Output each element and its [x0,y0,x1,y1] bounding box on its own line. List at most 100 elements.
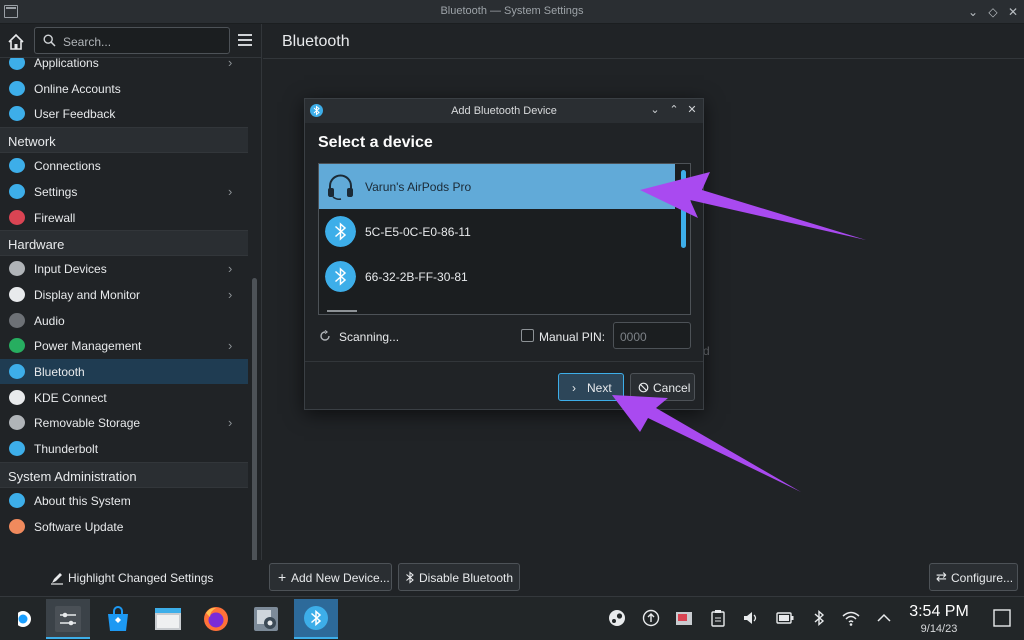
close-icon[interactable]: ✕ [1004,3,1022,21]
sidebar-item-software-update[interactable]: Software Update [0,514,248,539]
cancel-icon [638,382,649,393]
bluetooth-tray-icon[interactable] [810,609,828,627]
bluetooth-icon [9,364,25,379]
clock-time: 3:54 PM [909,603,969,620]
sidebar-section-label: Hardware [8,237,65,253]
sidebar-item-bluetooth[interactable]: Bluetooth [0,359,248,384]
taskbar-bluetooth-wizard[interactable] [294,599,338,639]
software-update-icon [9,518,25,534]
sidebar-item-label: Display and Monitor [34,287,141,302]
sidebar-item-about-this-system[interactable]: About this System [0,488,248,513]
update-notifier-icon[interactable] [642,609,660,627]
show-desktop-icon[interactable] [992,608,1012,628]
taskbar-firefox[interactable] [194,599,238,639]
chevron-right-icon: › [228,415,233,431]
sidebar-item-input-devices[interactable]: Input Devices › [0,256,248,281]
device-list-item[interactable]: 5C-E5-0C-E0-86-11 [319,209,675,254]
sidebar-item-label: Applications [34,58,99,70]
sidebar-section-label: System Administration [8,468,137,484]
sidebar-section-header: Network [0,127,248,154]
steam-deck-launcher-icon[interactable] [12,609,32,629]
next-button[interactable]: › Next [558,373,624,401]
emulator-icon [254,607,278,631]
search-input[interactable]: Search... [34,27,230,54]
sidebar-item-power-management[interactable]: Power Management › [0,333,248,358]
window-title: Bluetooth — System Settings [440,5,584,17]
cancel-button-label: Cancel [653,381,691,395]
taskbar-dolphin[interactable] [146,599,190,639]
minimize-icon[interactable]: ⌄ [964,3,982,21]
bluetooth-icon [406,571,414,584]
close-icon[interactable]: ✕ [685,103,699,116]
device-list-item[interactable]: Varun's AirPods Pro [319,164,675,209]
sidebar-item-label: KDE Connect [34,390,107,405]
sidebar-item-user-feedback[interactable]: User Feedback [0,101,248,126]
device-list-item-partial [327,310,357,314]
sidebar: Search... Applications › Online Accounts Us… [0,24,262,568]
sidebar-item-label: Input Devices [34,262,107,277]
taskbar-emulator[interactable] [244,599,288,639]
chevron-right-icon: › [228,261,233,277]
clipboard-icon[interactable] [709,609,727,627]
sidebar-item-applications[interactable]: Applications › [0,58,248,75]
power-icon [9,338,25,354]
sidebar-item-label: Removable Storage [34,416,141,431]
sidebar-item-connections[interactable]: Connections [0,153,248,178]
removable-storage-icon [9,415,25,431]
kde-connect-icon [9,389,25,405]
sidebar-section-label: Network [8,134,56,150]
configure-button[interactable]: ⇄ Configure... [929,563,1018,591]
sidebar-item-label: Settings [34,184,78,199]
sidebar-header: Search... [0,24,262,58]
dialog-divider [305,361,703,362]
hamburger-menu-icon[interactable] [238,34,252,46]
sidebar-item-audio[interactable]: Audio [0,308,248,333]
wifi-icon[interactable] [842,609,860,627]
steam-icon[interactable] [608,609,626,627]
discover-store-icon [108,606,128,631]
chevron-up-icon[interactable] [875,609,893,627]
chevron-down-icon[interactable]: ⌄ [648,103,662,116]
sidebar-scrollbar[interactable] [252,278,257,568]
add-bluetooth-device-dialog: Add Bluetooth Device ⌄ ⌃ ✕ Select a devi… [304,98,704,410]
taskbar-system-settings[interactable] [46,599,90,639]
window-titlebar: Bluetooth — System Settings ⌄ ◇ ✕ [0,0,1024,24]
device-list-scrollbar[interactable] [679,166,688,312]
manual-pin-field[interactable]: 0000 [613,322,691,349]
chevron-right-icon: › [228,183,233,199]
disable-bluetooth-label: Disable Bluetooth [419,571,514,585]
sidebar-list: Applications › Online Accounts User Feedbac… [0,58,248,560]
restore-icon[interactable]: ◇ [984,3,1002,21]
sidebar-item-removable-storage[interactable]: Removable Storage › [0,410,248,435]
connections-icon [9,158,25,174]
sidebar-item-settings[interactable]: Settings › [0,179,248,204]
taskbar-discover[interactable] [96,599,140,639]
main-header: Bluetooth [263,24,1024,59]
page-title: Bluetooth [282,33,350,50]
battery-icon[interactable] [776,609,794,627]
cancel-button[interactable]: Cancel [630,373,695,401]
volume-icon[interactable] [742,609,760,627]
home-icon[interactable] [6,32,26,52]
clock[interactable]: 3:54 PM 9/14/23 [904,603,974,635]
chevron-up-icon[interactable]: ⌃ [667,103,681,116]
sidebar-item-firewall[interactable]: Firewall [0,205,248,230]
firefox-icon [204,607,228,631]
add-new-device-button[interactable]: + Add New Device... [269,563,392,591]
disable-bluetooth-button[interactable]: Disable Bluetooth [398,563,520,591]
dialog-title: Add Bluetooth Device [451,105,557,117]
sidebar-item-label: Audio [34,313,65,328]
device-list-item[interactable]: 66-32-2B-FF-30-81 [319,254,675,299]
bottom-action-bar: Highlight Changed Settings + Add New Dev… [0,560,1024,596]
system-settings-icon [55,606,81,632]
sidebar-item-thunderbolt[interactable]: Thunderbolt [0,436,248,461]
sidebar-item-display-and-monitor[interactable]: Display and Monitor › [0,282,248,307]
add-new-device-label: Add New Device... [291,571,390,585]
configure-icon: ⇄ [936,569,947,584]
file-manager-icon [155,608,181,630]
sidebar-item-online-accounts[interactable]: Online Accounts [0,76,248,101]
manual-pin-checkbox[interactable] [521,329,534,342]
screenshot-tool-icon[interactable] [675,609,693,627]
sidebar-item-kde-connect[interactable]: KDE Connect [0,385,248,410]
headset-icon [328,174,353,200]
